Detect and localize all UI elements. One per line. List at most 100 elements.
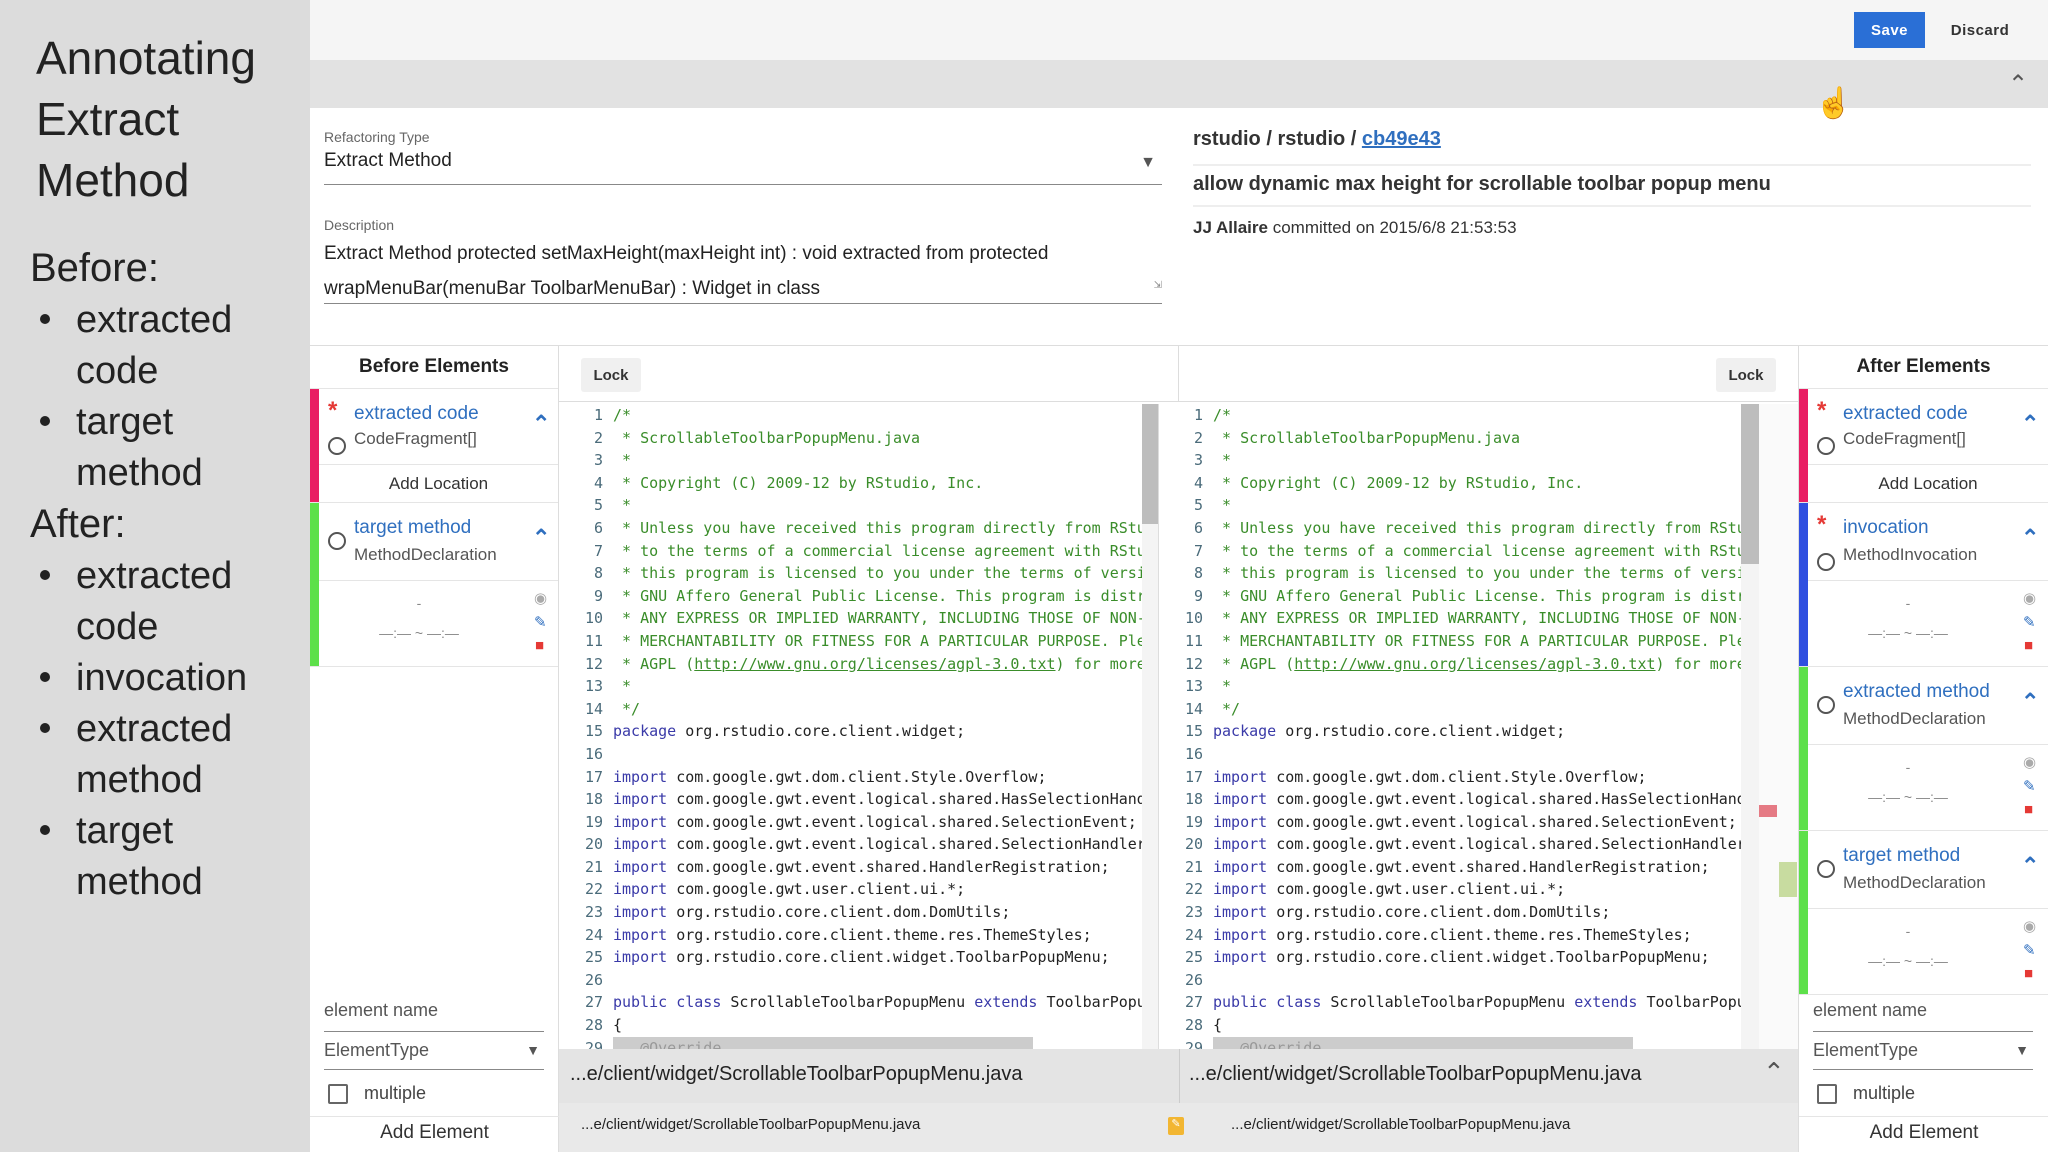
after-code-editor[interactable]: 1/* 2 * ScrollableToolbarPopupMenu.java 3 … [1158,404,1741,1049]
code-line: 7 * to the terms of a commercial license… [559,540,1142,563]
element-type-select[interactable]: ElementType ▼ [1813,1040,2033,1070]
after-file-path[interactable]: ...e/client/widget/ScrollableToolbarPopu… [1189,1063,1642,1086]
commit-hash-link[interactable]: cb49e43 [1362,128,1441,150]
refactoring-type-select[interactable]: Extract Method ▼ [324,150,1162,185]
element-radio[interactable] [1817,437,1835,455]
discard-button[interactable]: Discard [1940,12,2020,48]
element-radio[interactable] [328,532,346,550]
description-textarea[interactable]: Extract Method protected setMaxHeight(ma… [324,236,1162,304]
element-radio[interactable] [1817,696,1835,714]
element-card-target-method[interactable]: target method MethodDeclaration ⌃ [310,503,558,666]
element-type-select[interactable]: ElementType ▼ [324,1040,544,1070]
save-button[interactable]: Save [1854,12,1925,48]
location-entry: - —:— ~ —:— ◉ ✎ ■ [1799,745,2048,831]
code-line: 20 import com.google.gwt.event.logical.sh… [559,833,1142,856]
line-number: 29 [584,1038,603,1049]
code-token: com.google.gwt.event.logical.shared.HasS… [667,790,1142,809]
multiple-checkbox[interactable] [328,1084,348,1104]
trash-icon[interactable]: ■ [2024,801,2033,818]
code-token: import [613,903,668,922]
collapse-chevron-icon[interactable]: ⌃ [532,525,550,551]
code-line: 17 import com.google.gwt.dom.client.Style… [559,766,1142,789]
eye-icon[interactable]: ◉ [534,589,547,607]
line-number: 25 [1184,948,1203,967]
element-name-input[interactable]: element name [1813,1000,2033,1032]
element-type: CodeFragment[] [354,429,477,448]
before-code-editor[interactable]: 1/* 2 * ScrollableToolbarPopupMenu.java 3 … [559,404,1142,1049]
pencil-icon[interactable]: ✎ [2023,777,2036,795]
lock-button[interactable]: Lock [1716,358,1776,392]
element-radio[interactable] [1817,860,1835,878]
line-number: 4 [1193,473,1203,492]
collapse-chevron-icon[interactable]: ⌃ [532,411,550,437]
collapse-band[interactable] [310,60,2048,108]
code-token: import [613,925,668,944]
element-name-input[interactable]: element name [324,1000,544,1032]
element-card-extracted-code[interactable]: * extracted code CodeFragment[] ⌃ [1799,389,2048,503]
element-radio[interactable] [1817,553,1835,571]
resize-handle-icon[interactable]: ⇲ [1154,268,1162,303]
collapse-chevron-icon[interactable]: ⌃ [2021,689,2039,715]
location-entry: - —:— ~ —:— ◉ ✎ ■ [1799,909,2048,995]
trash-icon[interactable]: ■ [2024,965,2033,982]
element-card-extracted-method[interactable]: extracted method MethodDeclaration ⌃ [1799,667,2048,831]
before-file-path[interactable]: ...e/client/widget/ScrollableToolbarPopu… [570,1063,1023,1086]
add-location-button[interactable]: Add Location [310,465,558,503]
element-card-extracted-code[interactable]: * extracted code CodeFragment[] ⌃ [310,389,558,542]
code-token: import [1213,812,1268,831]
lock-button[interactable]: Lock [581,358,641,392]
add-element-button[interactable]: Add Element [310,1122,559,1144]
collapse-chevron-icon[interactable]: ⌃ [2008,70,2028,99]
multiple-label: multiple [364,1083,427,1103]
eye-icon[interactable]: ◉ [2023,753,2036,771]
trash-icon[interactable]: ■ [535,637,544,654]
after-file-item[interactable]: ...e/client/widget/ScrollableToolbarPopu… [1231,1116,1570,1133]
element-type-placeholder: ElementType [324,1040,430,1060]
scrollbar[interactable] [1142,404,1158,1049]
required-asterisk-icon: * [1817,511,1827,538]
collapse-chevron-icon[interactable]: ⌃ [2021,853,2039,879]
line-number: 16 [1184,744,1203,763]
line-number: 6 [1193,518,1203,537]
pencil-icon[interactable]: ✎ [2023,613,2036,631]
line-number: 15 [1184,722,1203,741]
slide-sidebar: Annotating Extract Method Before: extrac… [0,0,310,1152]
deletion-marker [1759,805,1777,817]
line-number: 26 [584,970,603,989]
element-card-target-method[interactable]: target method MethodDeclaration ⌃ [1799,831,2048,995]
code-line: 4 * Copyright (C) 2009-12 by RStudio, In… [559,472,1142,495]
code-line: 11 * MERCHANTABILITY OR FITNESS FOR A PA… [1159,630,1741,653]
collapse-chevron-icon[interactable]: ⌃ [2021,525,2039,551]
code-line: 15 package org.rstudio.core.client.widget… [1159,720,1741,743]
collapse-chevron-icon[interactable]: ⌃ [1763,1057,1785,1088]
scrollbar[interactable] [1741,404,1759,1049]
line-number: 3 [593,451,603,470]
code-token: package [1213,722,1277,741]
pencil-icon[interactable]: ✎ [2023,941,2036,959]
code-token: * ANY EXPRESS OR IMPLIED WARRANTY, INCLU… [1222,609,1741,628]
scrollbar-thumb[interactable] [1142,404,1158,524]
bullet-text: target method [76,401,203,494]
trash-icon[interactable]: ■ [2024,637,2033,654]
before-file-item[interactable]: ...e/client/widget/ScrollableToolbarPopu… [581,1116,920,1133]
code-line: 17 import com.google.gwt.dom.client.Style… [1159,766,1741,789]
description-label: Description [324,217,395,233]
line-number: 10 [1184,609,1203,628]
code-token: import [613,880,668,899]
scrollbar-thumb[interactable] [1741,404,1759,564]
code-line: 24 import org.rstudio.core.client.theme.r… [559,924,1142,947]
code-line: 13 * [1159,675,1741,698]
code-line: 6 * Unless you have received this progra… [1159,517,1741,540]
multiple-checkbox[interactable] [1817,1084,1837,1104]
add-location-button[interactable]: Add Location [1799,465,2048,503]
code-line: 10 * ANY EXPRESS OR IMPLIED WARRANTY, IN… [559,607,1142,630]
element-radio[interactable] [328,437,346,455]
collapse-chevron-icon[interactable]: ⌃ [2021,411,2039,437]
code-token: org.rstudio.core.client.widget; [1276,722,1566,741]
eye-icon[interactable]: ◉ [2023,589,2036,607]
pencil-icon[interactable]: ✎ [534,613,547,631]
element-card-invocation[interactable]: * invocation MethodInvocation ⌃ [1799,503,2048,667]
code-token: import [613,767,668,786]
add-element-button[interactable]: Add Element [1799,1122,2048,1144]
eye-icon[interactable]: ◉ [2023,917,2036,935]
